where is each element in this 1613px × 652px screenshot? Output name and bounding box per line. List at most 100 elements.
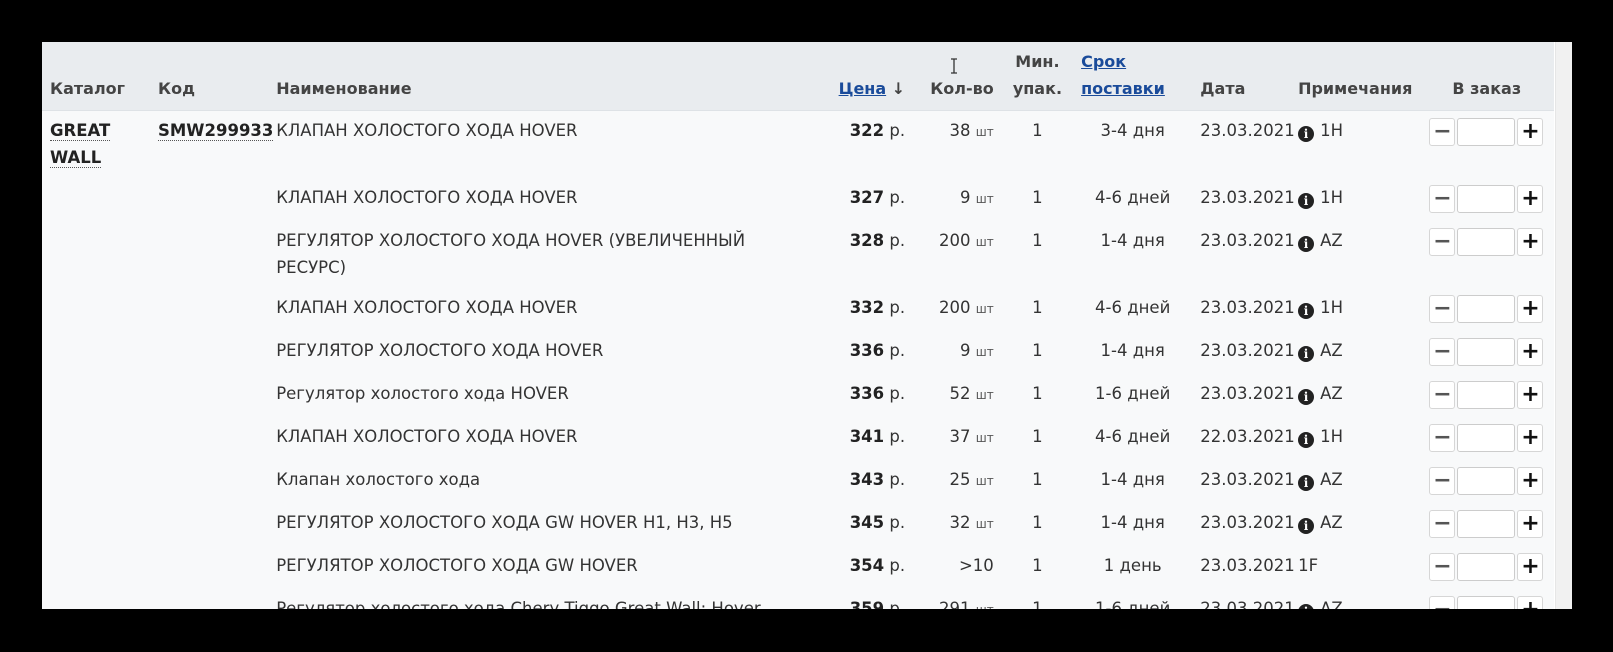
decrease-button[interactable]: −	[1429, 424, 1456, 452]
order-quantity-input[interactable]	[1457, 596, 1516, 609]
min-pack-value: 1	[1032, 384, 1043, 403]
delivery-value: 4-6 дней	[1095, 427, 1171, 446]
order-cell: −+	[1419, 546, 1554, 589]
info-icon[interactable]: i	[1298, 604, 1315, 609]
increase-button[interactable]: +	[1517, 553, 1544, 581]
qty-cell: 52 шт	[913, 374, 1002, 417]
increase-button[interactable]: +	[1517, 118, 1544, 146]
min-pack-label-1: Мин.	[1015, 52, 1060, 71]
note-value: 1H	[1320, 298, 1343, 317]
decrease-button[interactable]: −	[1429, 295, 1456, 323]
notes-cell: i AZ	[1290, 589, 1419, 609]
sort-by-price-link[interactable]: Цена	[839, 79, 887, 98]
info-icon[interactable]: i	[1298, 236, 1315, 252]
decrease-button[interactable]: −	[1429, 228, 1456, 256]
order-quantity-input[interactable]	[1457, 118, 1516, 146]
column-header-price[interactable]: Цена ↓	[823, 42, 914, 111]
order-quantity-input[interactable]	[1457, 228, 1516, 256]
delivery-value: 4-6 дней	[1095, 188, 1171, 207]
order-quantity-input[interactable]	[1457, 510, 1516, 538]
part-name: КЛАПАН ХОЛОСТОГО ХОДА HOVER	[276, 298, 578, 317]
catalog-cell	[42, 589, 150, 609]
code-link[interactable]: SMW299933	[158, 121, 274, 141]
info-icon[interactable]: i	[1298, 303, 1315, 319]
order-quantity-input[interactable]	[1457, 338, 1516, 366]
notes-cell: i 1H	[1290, 178, 1419, 221]
info-icon[interactable]: i	[1298, 518, 1315, 534]
quantity-stepper: −+	[1429, 595, 1544, 609]
qty-value: 52	[949, 384, 971, 403]
qty-value: 291	[939, 599, 971, 609]
info-icon[interactable]: i	[1298, 346, 1315, 362]
column-header-delivery[interactable]: Срок поставки	[1073, 42, 1193, 111]
sort-by-delivery-link[interactable]: Срок поставки	[1081, 52, 1165, 98]
order-quantity-input[interactable]	[1457, 381, 1516, 409]
increase-button[interactable]: +	[1517, 424, 1544, 452]
qty-cell: 9 шт	[913, 178, 1002, 221]
price-value: 336	[849, 341, 885, 360]
vertical-scrollbar[interactable]	[1555, 42, 1572, 609]
quantity-stepper: −+	[1429, 509, 1544, 539]
qty-cell: >10	[913, 546, 1002, 589]
order-quantity-input[interactable]	[1457, 424, 1516, 452]
catalog-cell	[42, 178, 150, 221]
date-value: 23.03.2021	[1200, 384, 1295, 403]
quantity-stepper: −+	[1429, 552, 1544, 582]
info-icon[interactable]: i	[1298, 389, 1315, 405]
increase-button[interactable]: +	[1517, 185, 1544, 213]
delivery-value: 4-6 дней	[1095, 298, 1171, 317]
increase-button[interactable]: +	[1517, 596, 1544, 609]
qty-value: 37	[949, 427, 971, 446]
order-cell: −+	[1419, 503, 1554, 546]
increase-button[interactable]: +	[1517, 295, 1544, 323]
table-header-row: Каталог Код Наименование Цена ↓ Кол-во М…	[42, 42, 1554, 111]
catalog-cell	[42, 221, 150, 288]
text-cursor-icon	[951, 58, 957, 74]
catalog-cell	[42, 503, 150, 546]
order-quantity-input[interactable]	[1457, 185, 1516, 213]
order-quantity-input[interactable]	[1457, 467, 1516, 495]
part-name: РЕГУЛЯТОР ХОЛОСТОГО ХОДА HOVER (УВЕЛИЧЕН…	[276, 231, 746, 277]
increase-button[interactable]: +	[1517, 228, 1544, 256]
price-cell: 327 р.	[823, 178, 913, 221]
price-cell: 343 р.	[823, 460, 913, 503]
code-cell	[150, 178, 268, 221]
increase-button[interactable]: +	[1517, 467, 1544, 495]
catalog-link[interactable]: GREAT WALL	[50, 121, 111, 168]
price-cell: 332 р.	[823, 288, 913, 331]
qty-unit: шт	[975, 431, 994, 445]
notes-cell: i AZ	[1290, 221, 1419, 288]
qty-value: 9	[960, 188, 971, 207]
note-value: 1F	[1298, 556, 1319, 575]
increase-button[interactable]: +	[1517, 338, 1544, 366]
column-header-code: Код	[150, 42, 269, 111]
order-cell: −+	[1419, 331, 1554, 374]
order-quantity-input[interactable]	[1457, 295, 1516, 323]
column-header-min-pack: Мин. упак.	[1001, 42, 1074, 111]
info-icon[interactable]: i	[1298, 475, 1315, 491]
info-icon[interactable]: i	[1298, 432, 1315, 448]
info-icon[interactable]: i	[1298, 193, 1315, 209]
decrease-button[interactable]: −	[1429, 467, 1456, 495]
increase-button[interactable]: +	[1517, 381, 1544, 409]
note-value: 1H	[1320, 188, 1343, 207]
qty-value: 38	[949, 121, 971, 140]
decrease-button[interactable]: −	[1429, 553, 1456, 581]
decrease-button[interactable]: −	[1429, 510, 1456, 538]
catalog-cell	[42, 460, 150, 503]
decrease-button[interactable]: −	[1429, 338, 1456, 366]
info-icon[interactable]: i	[1298, 126, 1315, 142]
delivery-value: 1-4 дня	[1100, 513, 1165, 532]
decrease-button[interactable]: −	[1429, 381, 1456, 409]
note-value: AZ	[1320, 470, 1343, 489]
order-quantity-input[interactable]	[1457, 553, 1516, 581]
qty-unit: шт	[975, 192, 994, 206]
delivery-value: 1 день	[1103, 556, 1162, 575]
notes-cell: i AZ	[1290, 503, 1419, 546]
decrease-button[interactable]: −	[1429, 118, 1456, 146]
quantity-stepper: −+	[1429, 466, 1544, 496]
min-pack-value: 1	[1032, 341, 1043, 360]
decrease-button[interactable]: −	[1429, 596, 1456, 609]
increase-button[interactable]: +	[1517, 510, 1544, 538]
decrease-button[interactable]: −	[1429, 185, 1456, 213]
